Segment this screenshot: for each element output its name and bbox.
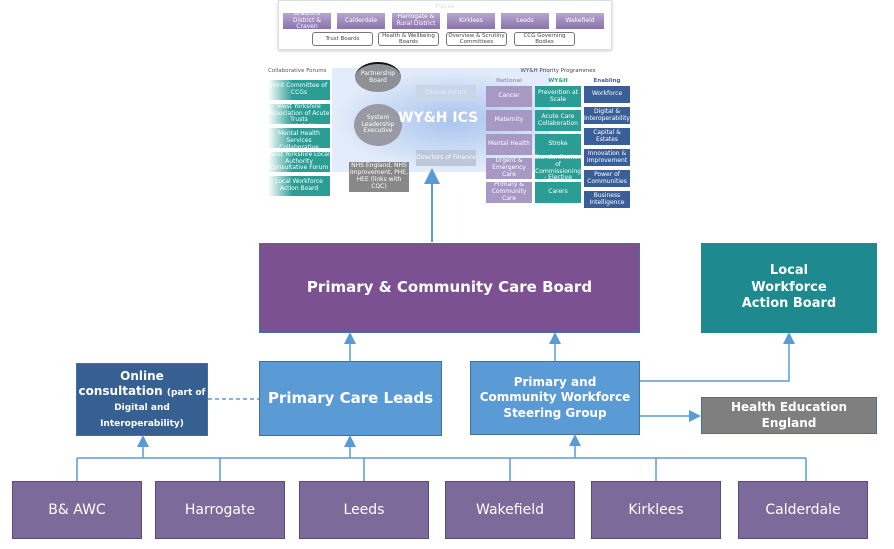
connectors: [76, 168, 807, 481]
arrow-steering-to-lwab: [640, 332, 795, 382]
